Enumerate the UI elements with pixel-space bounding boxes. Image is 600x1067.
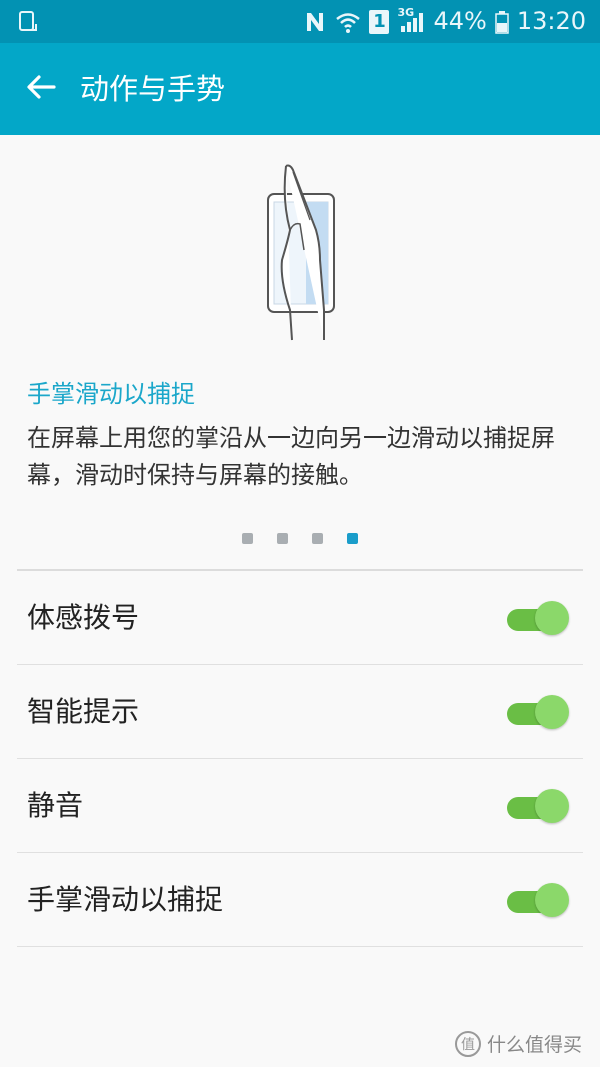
page-dot[interactable] — [242, 533, 253, 544]
setting-row-smart-alert[interactable]: 智能提示 — [17, 665, 583, 759]
screenshot-icon — [18, 10, 40, 34]
nfc-icon — [303, 10, 327, 34]
back-button[interactable] — [18, 67, 64, 111]
watermark-text: 什么值得买 — [486, 1034, 582, 1056]
tip-title: 手掌滑动以捕捉 — [27, 380, 195, 408]
clock: 13:20 — [516, 7, 586, 35]
wifi-icon — [335, 10, 361, 34]
status-bar: 1 3G 44% 13:20 — [0, 0, 600, 43]
page-dot-active[interactable] — [347, 533, 358, 544]
network-type: 3G — [397, 5, 415, 19]
setting-row-motion-dial[interactable]: 体感拨号 — [17, 571, 583, 665]
smart-alert-toggle[interactable] — [507, 695, 569, 731]
page-indicator — [0, 533, 600, 544]
sim-badge: 1 — [373, 11, 386, 32]
motion-dial-toggle[interactable] — [507, 601, 569, 637]
palm-swipe-toggle[interactable] — [507, 883, 569, 919]
tip-description: 在屏幕上用您的掌沿从一边向另一边滑动以捕捉屏幕，滑动时保持与屏幕的接触。 — [27, 424, 555, 489]
setting-row-palm-swipe[interactable]: 手掌滑动以捕捉 — [17, 853, 583, 947]
page-dot[interactable] — [312, 533, 323, 544]
signal-icon: 3G — [397, 6, 425, 34]
row-divider — [17, 946, 583, 947]
battery-icon — [495, 10, 509, 34]
page-dot[interactable] — [277, 533, 288, 544]
setting-label: 手掌滑动以捕捉 — [27, 883, 224, 916]
setting-label: 静音 — [27, 789, 84, 822]
app-bar: 动作与手势 — [0, 43, 600, 135]
mute-toggle[interactable] — [507, 789, 569, 825]
setting-label: 智能提示 — [27, 695, 140, 728]
watermark-logo-icon: 值 — [454, 1030, 481, 1057]
setting-label: 体感拨号 — [27, 601, 140, 634]
hand-swipe-illustration — [260, 160, 344, 350]
setting-row-mute[interactable]: 静音 — [17, 759, 583, 853]
page-title: 动作与手势 — [80, 72, 226, 106]
arrow-left-icon — [26, 74, 56, 104]
battery-percentage: 44% — [433, 7, 487, 35]
sim-icon: 1 — [369, 9, 390, 34]
watermark: 值 什么值得买 — [454, 1030, 582, 1057]
